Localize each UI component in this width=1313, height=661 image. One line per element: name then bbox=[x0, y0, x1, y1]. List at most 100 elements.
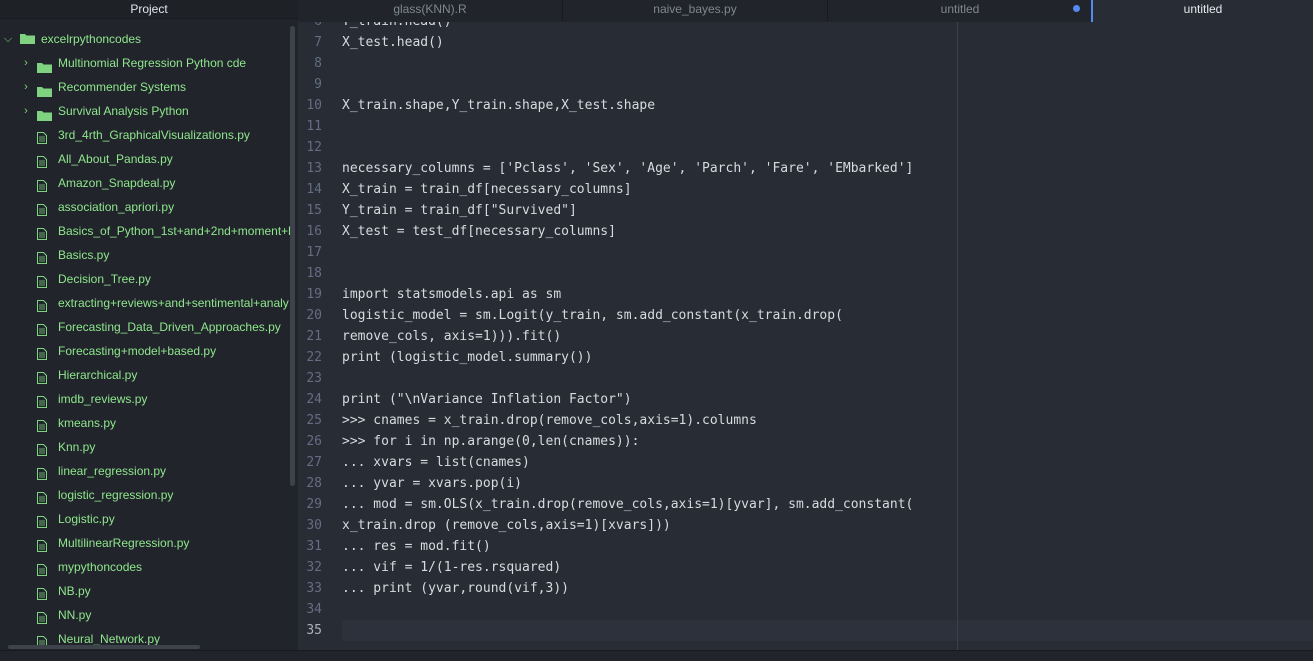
file-icon bbox=[37, 392, 47, 408]
line-number: 9 bbox=[314, 77, 322, 92]
line-number: 24 bbox=[306, 392, 322, 407]
tab-bar: glass(KNN).R naive_bayes.py untitled untitl… bbox=[298, 0, 1313, 23]
file-icon bbox=[37, 416, 47, 432]
tree-folder[interactable]: › Survival Analysis Python bbox=[0, 99, 290, 123]
line-number: 27 bbox=[306, 455, 322, 470]
line-number: 25 bbox=[306, 413, 322, 428]
line-number: 22 bbox=[306, 350, 322, 365]
code-line[interactable]: >>> cnames = x_train.drop(remove_cols,ax… bbox=[342, 410, 757, 431]
tree-file[interactable]: kmeans.py bbox=[0, 411, 290, 435]
project-panel-title: Project bbox=[0, 0, 298, 19]
code-line[interactable]: X_test.head() bbox=[342, 32, 444, 53]
line-number: 18 bbox=[306, 266, 322, 281]
file-icon bbox=[37, 512, 47, 528]
tree-folder[interactable]: › Recommender Systems bbox=[0, 75, 290, 99]
tree-file[interactable]: 3rd_4rth_GraphicalVisualizations.py bbox=[0, 123, 290, 147]
file-icon bbox=[37, 440, 47, 456]
tree-file-label: association_apriori.py bbox=[58, 200, 175, 214]
tree-file-label: linear_regression.py bbox=[58, 464, 167, 478]
code-line[interactable]: x_train.drop (remove_cols,axis=1)[xvars]… bbox=[342, 515, 671, 536]
code-line[interactable]: X_train.shape,Y_train.shape,X_test.shape bbox=[342, 95, 655, 116]
code-line[interactable]: ... xvars = list(cnames) bbox=[342, 452, 530, 473]
tree-file[interactable]: imdb_reviews.py bbox=[0, 387, 290, 411]
code-line[interactable]: remove_cols, axis=1))).fit() bbox=[342, 326, 561, 347]
file-icon bbox=[37, 296, 47, 312]
tree-file-label: Hierarchical.py bbox=[58, 368, 138, 382]
tab-label: naive_bayes.py bbox=[653, 2, 737, 16]
code-line[interactable]: ... mod = sm.OLS(x_train.drop(remove_col… bbox=[342, 494, 913, 515]
code-line[interactable]: X_test = test_df[necessary_columns] bbox=[342, 221, 616, 242]
editor-tab[interactable]: glass(KNN).R bbox=[298, 0, 563, 22]
tree-file[interactable]: extracting+reviews+and+sentimental+analy bbox=[0, 291, 290, 315]
tree-root-folder[interactable]: ⌵ excelrpythoncodes bbox=[0, 27, 290, 51]
editor-tab[interactable]: naive_bayes.py bbox=[563, 0, 828, 22]
code-line[interactable]: Y_train = train_df["Survived"] bbox=[342, 200, 577, 221]
line-number: 11 bbox=[306, 119, 322, 134]
line-number: 23 bbox=[306, 371, 322, 386]
tree-file[interactable]: Hierarchical.py bbox=[0, 363, 290, 387]
file-icon bbox=[37, 152, 47, 168]
tree-file[interactable]: Decision_Tree.py bbox=[0, 267, 290, 291]
file-icon bbox=[37, 176, 47, 192]
code-line[interactable]: import statsmodels.api as sm bbox=[342, 284, 561, 305]
folder-icon bbox=[37, 81, 52, 97]
sidebar-vertical-scrollbar[interactable] bbox=[290, 26, 295, 486]
line-number: 31 bbox=[306, 539, 322, 554]
code-editor[interactable]: 6 7 8 9 10 11 12 13 14 15 16 17 18 19 20 21 22 23 24 25 26 27… bbox=[298, 22, 1313, 650]
tree-file-label: Logistic.py bbox=[58, 512, 115, 526]
tree-folder[interactable]: › Multinomial Regression Python cde bbox=[0, 51, 290, 75]
tree-file-label: NN.py bbox=[58, 608, 92, 622]
tree-file[interactable]: Amazon_Snapdeal.py bbox=[0, 171, 290, 195]
tree-file[interactable]: linear_regression.py bbox=[0, 459, 290, 483]
code-line[interactable]: Y_train.head() bbox=[342, 22, 452, 32]
sidebar-horizontal-scrollbar[interactable] bbox=[8, 645, 200, 649]
tree-file-label: Basics_of_Python_1st+and+2nd+moment+l bbox=[58, 224, 290, 238]
tree-file[interactable]: Basics_of_Python_1st+and+2nd+moment+l bbox=[0, 219, 290, 243]
editor-tab[interactable]: untitled bbox=[828, 0, 1093, 22]
tab-label: untitled bbox=[1183, 2, 1223, 16]
code-line[interactable]: necessary_columns = ['Pclass', 'Sex', 'A… bbox=[342, 158, 913, 179]
tab-label: untitled bbox=[940, 2, 980, 16]
line-number: 30 bbox=[306, 518, 322, 533]
line-number: 14 bbox=[306, 182, 322, 197]
code-line[interactable]: ... res = mod.fit() bbox=[342, 536, 491, 557]
tree-file[interactable]: MultilinearRegression.py bbox=[0, 531, 290, 555]
file-icon bbox=[37, 272, 47, 288]
tree-file[interactable]: Knn.py bbox=[0, 435, 290, 459]
tree-file-label: 3rd_4rth_GraphicalVisualizations.py bbox=[58, 128, 250, 142]
code-line[interactable]: print ("\nVariance Inflation Factor") bbox=[342, 389, 632, 410]
line-number: 21 bbox=[306, 329, 322, 344]
code-line[interactable]: ... print (yvar,round(vif,3)) bbox=[342, 578, 569, 599]
tree-file[interactable]: Logistic.py bbox=[0, 507, 290, 531]
chevron-down-icon[interactable]: ⌵ bbox=[3, 27, 13, 51]
tree-file[interactable]: association_apriori.py bbox=[0, 195, 290, 219]
code-line[interactable]: ... vif = 1/(1-res.rsquared) bbox=[342, 557, 561, 578]
file-icon bbox=[37, 368, 47, 384]
code-line[interactable]: >>> for i in np.arange(0,len(cnames)): bbox=[342, 431, 639, 452]
tree-file[interactable]: mypythoncodes bbox=[0, 555, 290, 579]
code-line[interactable]: ... yvar = xvars.pop(i) bbox=[342, 473, 522, 494]
line-number: 32 bbox=[306, 560, 322, 575]
tree-file[interactable]: All_About_Pandas.py bbox=[0, 147, 290, 171]
status-bar bbox=[0, 650, 1313, 661]
file-tree: ⌵ excelrpythoncodes › Multinomial Regress… bbox=[0, 27, 290, 651]
editor-tab[interactable]: untitled bbox=[1093, 0, 1313, 23]
chevron-right-icon[interactable]: › bbox=[21, 99, 31, 123]
modified-dot-icon bbox=[1073, 5, 1080, 12]
code-line[interactable]: X_train = train_df[necessary_columns] bbox=[342, 179, 632, 200]
code-line[interactable]: logistic_model = sm.Logit(y_train, sm.ad… bbox=[342, 305, 843, 326]
tree-file[interactable]: logistic_regression.py bbox=[0, 483, 290, 507]
file-icon bbox=[37, 584, 47, 600]
chevron-right-icon[interactable]: › bbox=[21, 51, 31, 75]
file-icon bbox=[37, 536, 47, 552]
line-number: 33 bbox=[306, 581, 322, 596]
tree-folder-label: Recommender Systems bbox=[58, 80, 187, 94]
tree-file[interactable]: Forecasting_Data_Driven_Approaches.py bbox=[0, 315, 290, 339]
tree-file-label: Forecasting_Data_Driven_Approaches.py bbox=[58, 320, 281, 334]
tree-file[interactable]: Basics.py bbox=[0, 243, 290, 267]
code-line[interactable]: print (logistic_model.summary()) bbox=[342, 347, 592, 368]
chevron-right-icon[interactable]: › bbox=[21, 75, 31, 99]
tree-file[interactable]: NB.py bbox=[0, 579, 290, 603]
tree-file[interactable]: NN.py bbox=[0, 603, 290, 627]
tree-file[interactable]: Forecasting+model+based.py bbox=[0, 339, 290, 363]
